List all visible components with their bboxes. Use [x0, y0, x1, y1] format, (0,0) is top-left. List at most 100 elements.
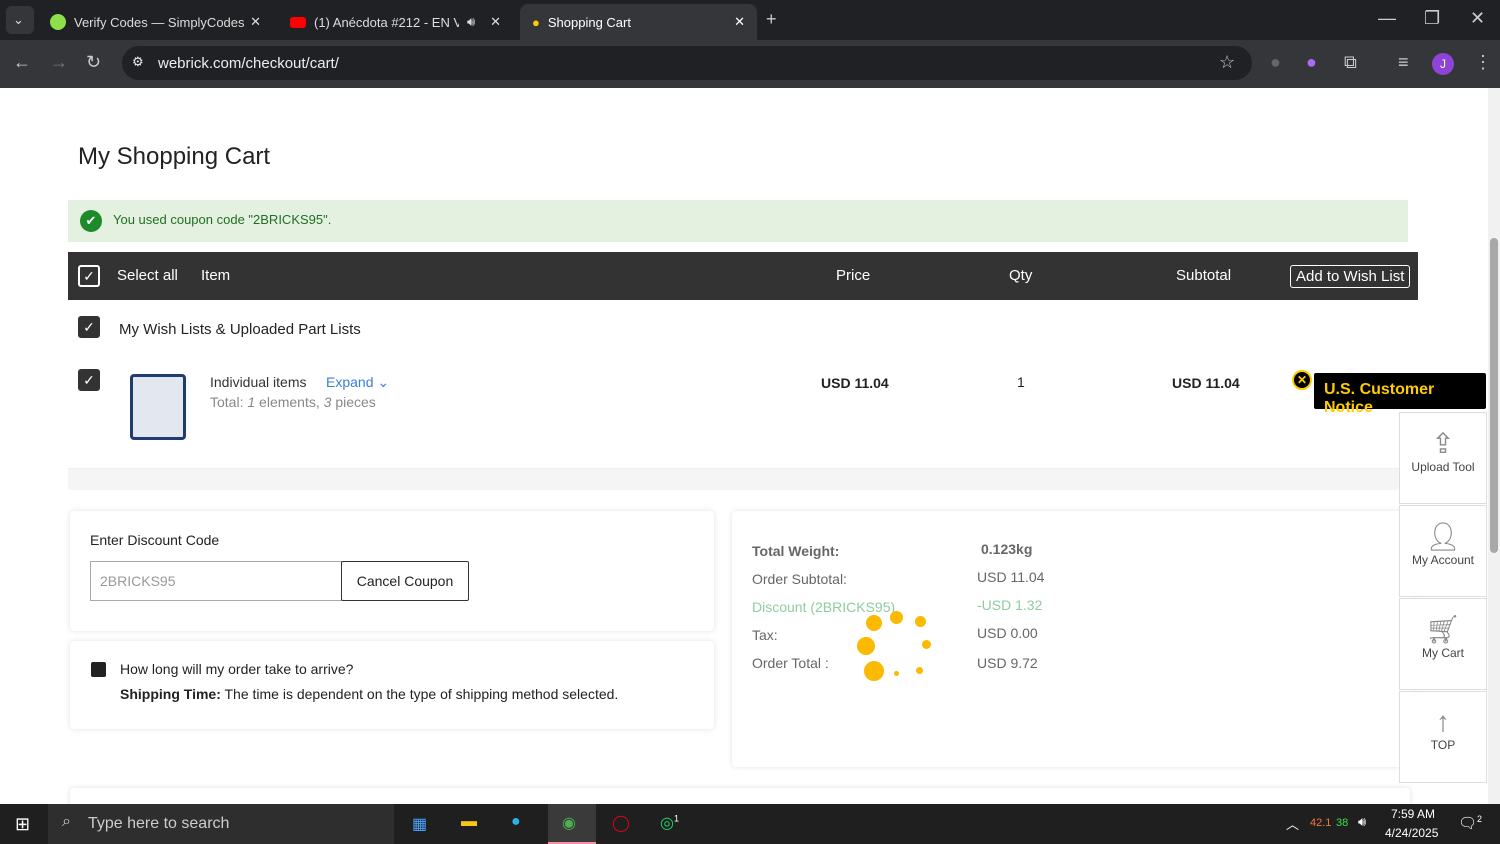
weight-label: Total Weight:	[752, 543, 840, 559]
taskbar-search[interactable]: ⌕ Type here to search	[48, 804, 394, 844]
tab-search-button[interactable]: ⌄	[6, 6, 34, 34]
bookmark-star-icon[interactable]: ☆	[1219, 52, 1235, 73]
parts-list-icon	[130, 374, 186, 440]
item-subtotal: USD 11.04	[1172, 375, 1240, 391]
pieces-label: pieces	[331, 394, 376, 410]
notifications-icon[interactable]: 🗨︎2	[1458, 814, 1482, 832]
item-header: Item	[201, 267, 231, 284]
back-icon[interactable]: ←	[13, 52, 31, 73]
tray-number: 38	[1336, 817, 1349, 829]
whatsapp-icon[interactable]: ◎1	[660, 813, 679, 833]
discount-label: Enter Discount Code	[90, 532, 220, 548]
discount-panel: Enter Discount Code 2BRICKS95 Cancel Cou…	[70, 511, 714, 631]
calendar-icon	[91, 662, 106, 677]
menu-icon[interactable]: ⋮	[1474, 52, 1492, 73]
edge-icon[interactable]: ●	[511, 813, 521, 831]
clock-date[interactable]: 4/24/2025	[1385, 826, 1438, 840]
item-price: USD 11.04	[821, 375, 889, 391]
close-window-icon[interactable]: ✕	[1470, 8, 1485, 29]
audio-icon[interactable]: 🔊︎	[467, 14, 475, 30]
subtotal-value: USD 11.04	[977, 569, 1045, 585]
store-icon[interactable]: ▦	[412, 814, 427, 834]
subtotal-label: Order Subtotal:	[752, 571, 847, 587]
close-tab-icon[interactable]: ✕	[734, 14, 745, 30]
clock-time[interactable]: 7:59 AM	[1391, 807, 1435, 821]
youtube-icon	[290, 16, 306, 28]
top-label: TOP	[1430, 738, 1456, 752]
qty-header: Qty	[1009, 267, 1033, 284]
scrollbar[interactable]	[1488, 88, 1500, 804]
minimize-icon[interactable]: —	[1378, 8, 1396, 29]
simplycodes-icon	[50, 14, 66, 30]
add-to-wish-list-button[interactable]: Add to Wish List	[1290, 265, 1411, 288]
item-total: Total: 1 elements, 3 pieces	[210, 394, 376, 410]
tab-bar: ⌄ Verify Codes — SimplyCodes ✕ (1) Anécdo…	[0, 0, 1500, 40]
windows-start-icon[interactable]: ⊞	[15, 814, 30, 835]
new-tab-icon[interactable]: +	[766, 9, 777, 30]
cart-label: My Cart	[1422, 646, 1464, 660]
search-placeholder: Type here to search	[88, 815, 230, 832]
select-all-label[interactable]: Select all	[117, 267, 178, 284]
tab-youtube[interactable]: (1) Anécdota #212 - EN VIV 🔊︎ ✕	[278, 4, 513, 40]
divider	[68, 468, 1418, 490]
arrow-up-icon: ↑	[1436, 706, 1450, 737]
tray-temp: 42.1	[1310, 817, 1332, 829]
my-account-button[interactable]: 👤︎ My Account	[1399, 505, 1487, 597]
my-cart-button[interactable]: 🛒︎ My Cart	[1399, 598, 1487, 690]
volume-icon[interactable]: 🔊︎	[1358, 814, 1366, 830]
url-input[interactable]: ⚙ webrick.com/checkout/cart/	[122, 46, 1252, 80]
forward-icon[interactable]: →	[50, 52, 68, 73]
cart-page: My Shopping Cart ✔ You used coupon code "…	[0, 88, 1488, 804]
group-checkbox[interactable]: ✓	[78, 316, 100, 338]
coupon-notice: ✔ You used coupon code "2BRICKS95".	[68, 200, 1408, 242]
us-customer-notice-button[interactable]: U.S. Customer Notice	[1314, 373, 1486, 416]
media-icon[interactable]: ≡	[1398, 52, 1409, 73]
cart-icon: 🛒︎	[1425, 614, 1461, 645]
profile-avatar[interactable]: J	[1432, 53, 1454, 75]
reload-icon[interactable]: ↻	[86, 52, 101, 73]
close-notice-icon[interactable]: ✕	[1292, 370, 1312, 390]
shipping-info-panel: How long will my order take to arrive? S…	[70, 641, 714, 729]
item-qty[interactable]: 1	[1017, 374, 1025, 390]
close-tab-icon[interactable]: ✕	[250, 14, 261, 30]
price-header: Price	[836, 267, 871, 284]
check-circle-icon: ✔	[80, 210, 102, 232]
opera-icon[interactable]: ◯	[612, 813, 630, 833]
shipping-time-text: The time is dependent on the type of shi…	[220, 686, 619, 702]
item-checkbox[interactable]: ✓	[78, 369, 100, 391]
shipping-time-label: Shipping Time:	[120, 686, 221, 702]
webrick-icon: ●	[532, 14, 540, 30]
tab-shopping-cart[interactable]: ● Shopping Cart ✕	[520, 4, 757, 40]
user-icon: 👤︎	[1425, 521, 1461, 552]
tax-label: Tax:	[752, 627, 778, 643]
file-explorer-icon[interactable]: ▬	[461, 813, 477, 831]
subtotal-header: Subtotal	[1176, 267, 1232, 284]
order-total-label: Order Total :	[752, 655, 829, 671]
extension-icon[interactable]: ●	[1306, 52, 1317, 73]
extensions-puzzle-icon[interactable]: ⧉	[1344, 52, 1357, 73]
close-tab-icon[interactable]: ✕	[490, 14, 501, 30]
notice-text: You used coupon code "2BRICKS95".	[113, 212, 332, 227]
maximize-icon[interactable]: ❐	[1424, 8, 1440, 29]
elements-label: elements,	[255, 394, 324, 410]
tab-simplycodes[interactable]: Verify Codes — SimplyCodes ✕	[38, 4, 273, 40]
expand-link[interactable]: Expand ⌄	[326, 374, 389, 391]
cancel-coupon-button[interactable]: Cancel Coupon	[341, 561, 469, 601]
scrollbar-thumb[interactable]	[1490, 238, 1498, 553]
upload-icon: ⇪	[1431, 428, 1455, 459]
page-title: My Shopping Cart	[78, 143, 271, 170]
extension-icon[interactable]: ●	[1270, 52, 1281, 73]
site-info-icon[interactable]: ⚙	[132, 54, 144, 70]
upload-label: Upload Tool	[1411, 460, 1475, 474]
select-all-checkbox[interactable]: ✓	[78, 265, 100, 287]
group-title: My Wish Lists & Uploaded Part Lists	[119, 321, 361, 338]
upload-tool-button[interactable]: ⇪ Upload Tool	[1399, 412, 1487, 504]
weight-value: 0.123kg	[981, 541, 1033, 557]
tab-title: (1) Anécdota #212 - EN VIV	[314, 14, 459, 30]
discount-code-input[interactable]: 2BRICKS95	[90, 561, 342, 601]
chrome-taskbar-button[interactable]: ◉	[548, 804, 596, 844]
tray-chevron-icon[interactable]: ︿	[1286, 814, 1299, 833]
back-to-top-button[interactable]: ↑ TOP	[1399, 691, 1487, 783]
discount-summary-label: Discount (2BRICKS95)	[752, 599, 896, 615]
shipping-question: How long will my order take to arrive?	[120, 661, 354, 677]
